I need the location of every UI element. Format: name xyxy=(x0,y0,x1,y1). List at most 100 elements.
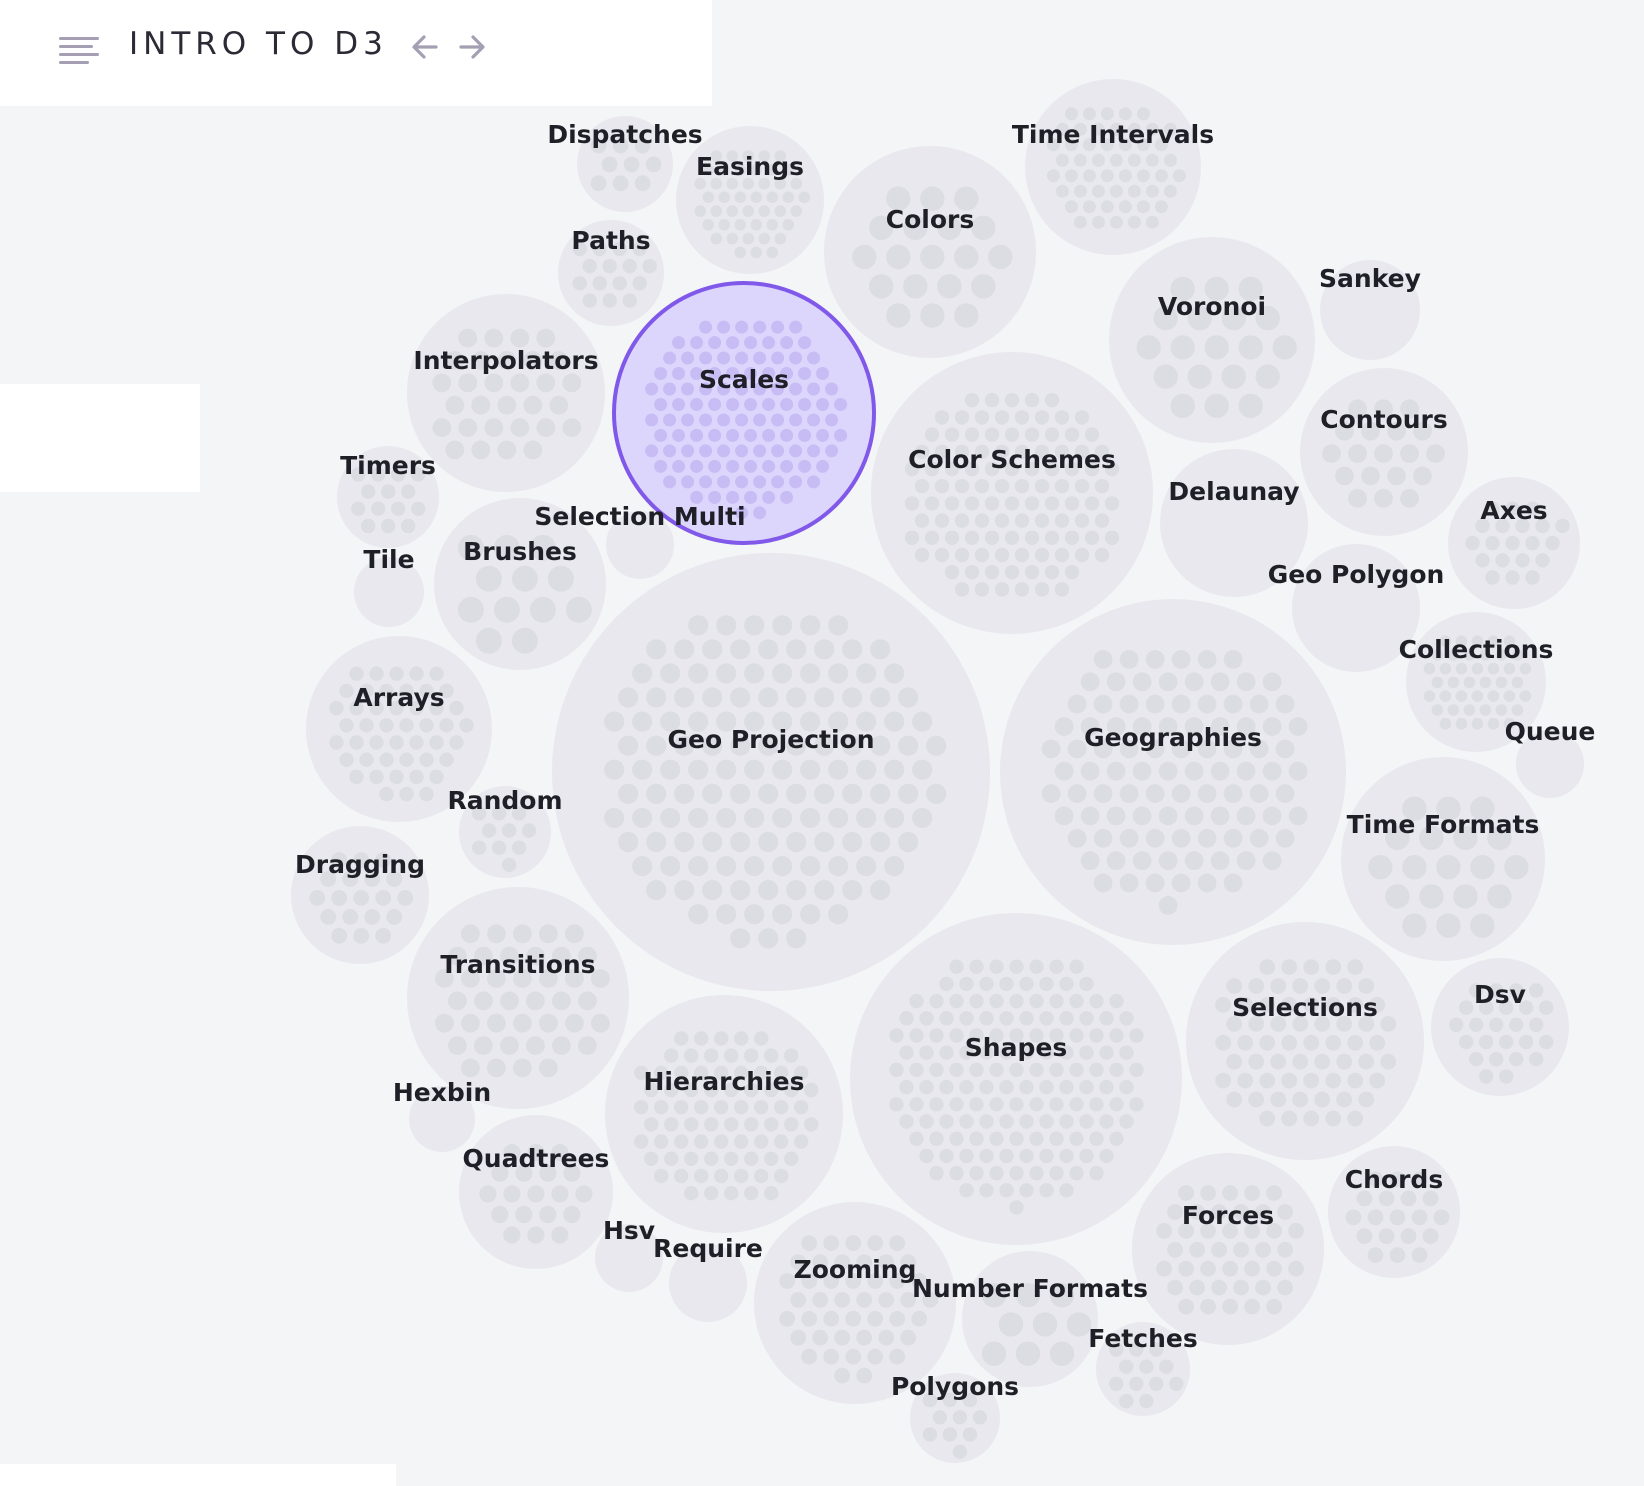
topic-label-forces[interactable]: Forces xyxy=(1182,1201,1274,1230)
bubble-dot xyxy=(565,596,592,623)
bubble-dot xyxy=(1106,761,1126,781)
bubble-dot xyxy=(663,413,677,427)
topic-label-dsv[interactable]: Dsv xyxy=(1474,980,1526,1009)
topic-label-shapes[interactable]: Shapes xyxy=(965,1033,1067,1062)
topic-label-time-intervals[interactable]: Time Intervals xyxy=(1012,120,1214,149)
bubble-dot xyxy=(1059,1183,1074,1198)
topic-label-random[interactable]: Random xyxy=(447,786,562,815)
topic-label-delaunay[interactable]: Delaunay xyxy=(1168,477,1299,506)
bubble-dot xyxy=(1156,1223,1172,1239)
topic-label-geographies[interactable]: Geographies xyxy=(1084,723,1262,752)
bubble-dot xyxy=(1184,761,1204,781)
topic-label-time-formats[interactable]: Time Formats xyxy=(1347,810,1540,839)
topic-label-geo-projection[interactable]: Geo Projection xyxy=(667,725,874,754)
bubble-dot xyxy=(702,639,723,660)
bubble-dot xyxy=(870,783,891,804)
topic-bubble-color-schemes[interactable] xyxy=(871,352,1153,634)
topic-label-paths[interactable]: Paths xyxy=(571,226,650,255)
topic-label-hexbin[interactable]: Hexbin xyxy=(393,1078,491,1107)
bubble-dot xyxy=(716,904,737,925)
topic-label-tile[interactable]: Tile xyxy=(363,545,414,574)
topic-bubble-shapes[interactable] xyxy=(850,913,1182,1245)
bubble-dot xyxy=(1089,1097,1104,1112)
bubble-dot xyxy=(461,1013,480,1033)
topic-label-dispatches[interactable]: Dispatches xyxy=(547,120,702,149)
topic-label-timers[interactable]: Timers xyxy=(340,451,436,480)
topic-label-zooming[interactable]: Zooming xyxy=(794,1255,917,1284)
topic-label-selections[interactable]: Selections xyxy=(1232,993,1378,1022)
bubble-dot xyxy=(870,831,891,853)
bubble-dot xyxy=(409,666,424,681)
bubble-dot xyxy=(753,475,767,489)
topic-label-arrays[interactable]: Arrays xyxy=(353,683,444,712)
topic-label-hsv[interactable]: Hsv xyxy=(603,1216,655,1245)
topic-bubble-time-intervals[interactable] xyxy=(1025,79,1201,255)
bubble-dot xyxy=(547,565,574,592)
topic-bubble-colors[interactable] xyxy=(824,146,1036,358)
topic-label-require[interactable]: Require xyxy=(653,1234,763,1263)
topic-bubble-dragging[interactable] xyxy=(291,826,429,964)
topic-bubble-contours[interactable] xyxy=(1300,368,1468,536)
bubble-dot xyxy=(1064,107,1078,121)
topic-bubble-transitions[interactable] xyxy=(407,887,629,1109)
topic-label-sankey[interactable]: Sankey xyxy=(1319,264,1421,293)
topic-label-interpolators[interactable]: Interpolators xyxy=(413,346,598,375)
bubble-dot xyxy=(979,1183,994,1198)
topic-label-hierarchies[interactable]: Hierarchies xyxy=(644,1067,805,1096)
topic-label-contours[interactable]: Contours xyxy=(1320,405,1447,434)
topic-bubble-number-formats[interactable] xyxy=(962,1251,1098,1387)
bubble-dot xyxy=(309,890,326,906)
bubble-dot xyxy=(717,413,731,427)
bubble-dot xyxy=(1262,672,1282,692)
topic-bubble-circle[interactable] xyxy=(1132,1153,1324,1345)
topic-label-selection-multi[interactable]: Selection Multi xyxy=(534,502,745,531)
topic-label-colors[interactable]: Colors xyxy=(886,205,974,234)
topic-label-voronoi[interactable]: Voronoi xyxy=(1158,292,1266,321)
topic-label-polygons[interactable]: Polygons xyxy=(891,1372,1019,1401)
topic-label-scales[interactable]: Scales xyxy=(699,365,789,394)
topic-bubble-geo-projection[interactable] xyxy=(552,553,990,991)
topic-label-fetches[interactable]: Fetches xyxy=(1088,1324,1197,1353)
topic-bubble-selections[interactable] xyxy=(1186,922,1424,1160)
topic-bubble-interpolators[interactable] xyxy=(407,294,605,492)
topic-bubble-voronoi[interactable] xyxy=(1109,237,1315,443)
topic-bubble-quadtrees[interactable] xyxy=(459,1115,613,1269)
bubble-dot xyxy=(959,1148,974,1164)
bubble-dot xyxy=(789,351,803,365)
bubble-dot xyxy=(825,382,839,396)
topic-label-geo-polygon[interactable]: Geo Polygon xyxy=(1268,560,1445,589)
topic-label-dragging[interactable]: Dragging xyxy=(295,850,425,879)
bubble-dot xyxy=(944,496,960,511)
topic-label-color-schemes[interactable]: Color Schemes xyxy=(908,445,1116,474)
topic-bubble-forces[interactable] xyxy=(1132,1153,1324,1345)
topic-label-transitions[interactable]: Transitions xyxy=(440,950,595,979)
bubble-dot xyxy=(1400,1228,1417,1245)
bubble-dot xyxy=(789,320,803,334)
topic-bubble-dsv[interactable] xyxy=(1431,958,1569,1096)
bubble-dot xyxy=(1080,806,1100,826)
topic-label-brushes[interactable]: Brushes xyxy=(463,537,577,566)
bubble-dot xyxy=(962,1427,978,1442)
topic-label-quadtrees[interactable]: Quadtrees xyxy=(463,1144,610,1173)
topic-label-queue[interactable]: Queue xyxy=(1505,717,1596,746)
topic-label-number-formats[interactable]: Number Formats xyxy=(912,1274,1148,1303)
bubble-dot xyxy=(1079,1011,1094,1026)
bubble-dot xyxy=(1479,676,1492,689)
bubble-dot xyxy=(909,1062,924,1078)
topic-label-axes[interactable]: Axes xyxy=(1480,496,1547,525)
topic-bubble-time-formats[interactable] xyxy=(1341,757,1545,961)
topic-bubble-circle[interactable] xyxy=(1025,79,1201,255)
bubble-dot xyxy=(726,232,739,245)
bubble-dot xyxy=(1336,1053,1353,1070)
topic-bubble-geographies[interactable] xyxy=(1000,599,1346,945)
bubble-dot xyxy=(924,427,940,442)
bubble-dot xyxy=(753,351,767,365)
topic-bubble-circle[interactable] xyxy=(407,294,605,492)
bubble-dot xyxy=(1248,1053,1265,1070)
bubble-dot xyxy=(929,1028,944,1043)
topic-label-easings[interactable]: Easings xyxy=(696,152,804,181)
topic-label-collections[interactable]: Collections xyxy=(1399,635,1554,664)
bubble-dot xyxy=(1099,1114,1114,1129)
topic-bubble-hierarchies[interactable] xyxy=(605,995,843,1233)
topic-label-chords[interactable]: Chords xyxy=(1345,1165,1443,1194)
